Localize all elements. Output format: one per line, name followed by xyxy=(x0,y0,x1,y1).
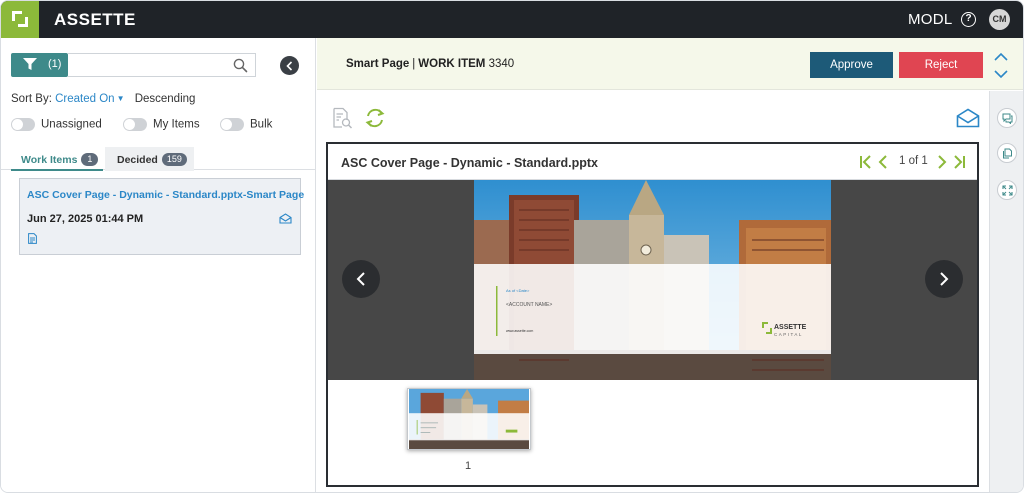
tab-work-items[interactable]: Work Items 1 xyxy=(11,147,103,171)
slide-preview: As of <Date> <ACCOUNT NAME> www.assette.… xyxy=(474,180,831,380)
toggle-label: Unassigned xyxy=(41,118,102,131)
filter-count: (1) xyxy=(48,58,62,70)
chevron-left-icon xyxy=(286,61,293,71)
slide-thumbnail[interactable] xyxy=(407,388,531,450)
org-name[interactable]: MODL xyxy=(908,11,953,28)
slide-account: <ACCOUNT NAME> xyxy=(506,302,552,308)
brand-name: ASSETTE xyxy=(54,10,136,29)
toggle-switch[interactable] xyxy=(11,118,35,131)
brand-logo[interactable] xyxy=(1,1,39,38)
tab-label: Decided xyxy=(117,154,158,166)
slide-stage: As of <Date> <ACCOUNT NAME> www.assette.… xyxy=(328,180,977,380)
document-icon xyxy=(28,233,37,244)
help-icon[interactable]: ? xyxy=(961,12,976,27)
expand-icon xyxy=(1002,185,1013,196)
tab-decided[interactable]: Decided 159 xyxy=(105,147,194,171)
right-tool-rail xyxy=(989,91,1023,492)
refresh-icon[interactable] xyxy=(364,107,386,129)
chevron-left-icon xyxy=(356,272,365,286)
search-box xyxy=(68,53,256,77)
toggle-unassigned[interactable]: Unassigned xyxy=(11,118,102,134)
slide-logo-sub: CAPITAL xyxy=(774,332,803,337)
search-input[interactable] xyxy=(72,56,222,74)
count-badge: 159 xyxy=(161,153,187,166)
collapse-panel-button[interactable] xyxy=(280,56,299,75)
count-badge: 1 xyxy=(81,153,99,166)
slide-as-of: As of <Date> xyxy=(506,288,530,293)
toggle-label: Bulk xyxy=(250,118,273,131)
toggle-switch[interactable] xyxy=(220,118,244,131)
last-page-icon[interactable] xyxy=(953,154,966,170)
tab-label: Work Items xyxy=(21,154,78,166)
envelope-open-icon[interactable] xyxy=(279,213,292,224)
toggle-my-items[interactable]: My Items xyxy=(123,118,200,134)
slide-logo-name: ASSETTE xyxy=(774,324,807,331)
work-item-heading: Smart Page | WORK ITEM 3340 xyxy=(346,58,514,70)
toggle-switch[interactable] xyxy=(123,118,147,131)
search-icon[interactable] xyxy=(233,58,248,73)
toggle-label: My Items xyxy=(153,118,200,131)
work-item-date: Jun 27, 2025 01:44 PM xyxy=(27,213,144,225)
work-item-header: Smart Page | WORK ITEM 3340 Approve Reject xyxy=(317,38,1023,90)
prev-next-item-icon[interactable] xyxy=(993,52,1009,80)
envelope-open-icon[interactable] xyxy=(956,108,980,128)
approve-button[interactable]: Approve xyxy=(810,52,893,78)
top-bar: ASSETTE MODL ? CM xyxy=(1,1,1023,38)
next-slide-button[interactable] xyxy=(925,260,963,298)
left-panel: (1) Sort By: Created On ▼ Descending Unas… xyxy=(1,38,316,492)
item-tabs: Work Items 1 Decided 159 xyxy=(1,145,315,171)
previous-slide-button[interactable] xyxy=(342,260,380,298)
reject-button[interactable]: Reject xyxy=(899,52,983,78)
toggle-bulk[interactable]: Bulk xyxy=(220,118,272,134)
chevron-down-icon[interactable]: ▼ xyxy=(117,94,125,103)
first-page-icon[interactable] xyxy=(859,154,872,170)
thumbnail-page-number: 1 xyxy=(465,460,472,472)
sort-order-toggle[interactable]: Descending xyxy=(135,93,196,105)
work-item-card[interactable]: ASC Cover Page - Dynamic - Standard.pptx… xyxy=(19,178,304,255)
sort-row: Sort By: Created On ▼ Descending xyxy=(11,93,195,105)
slide-website: www.assette.com xyxy=(506,329,533,333)
chevron-right-icon xyxy=(940,272,949,286)
work-item-id: 3340 xyxy=(488,58,515,70)
document-title: ASC Cover Page - Dynamic - Standard.pptx xyxy=(341,156,599,170)
comments-icon xyxy=(1002,113,1013,124)
sort-label: Sort By: xyxy=(11,93,52,105)
next-page-icon[interactable] xyxy=(937,154,947,170)
viewer-header: ASC Cover Page - Dynamic - Standard.pptx… xyxy=(328,144,977,180)
heading-separator: | xyxy=(412,58,416,70)
filter-button[interactable]: (1) xyxy=(11,53,68,77)
previous-page-icon[interactable] xyxy=(878,154,888,170)
fullscreen-button[interactable] xyxy=(997,180,1017,200)
work-item-title[interactable]: ASC Cover Page - Dynamic - Standard.pptx… xyxy=(27,189,304,201)
comments-button[interactable] xyxy=(997,108,1017,128)
document-search-icon[interactable] xyxy=(331,107,353,129)
logo-mark-icon xyxy=(12,11,28,27)
page-type: Smart Page xyxy=(346,58,410,70)
page-indicator: 1 of 1 xyxy=(899,155,928,167)
filter-icon xyxy=(23,58,37,70)
copy-document-icon xyxy=(1003,148,1012,159)
avatar[interactable]: CM xyxy=(989,9,1010,30)
sort-field-dropdown[interactable]: Created On xyxy=(55,93,114,105)
thumbnail-strip: 1 xyxy=(328,380,977,485)
attachments-button[interactable] xyxy=(997,143,1017,163)
work-item-label: WORK ITEM xyxy=(418,58,486,70)
document-viewer: ASC Cover Page - Dynamic - Standard.pptx… xyxy=(326,142,979,487)
app-window: ASSETTE MODL ? CM (1) Sort By: Created O… xyxy=(0,0,1024,493)
